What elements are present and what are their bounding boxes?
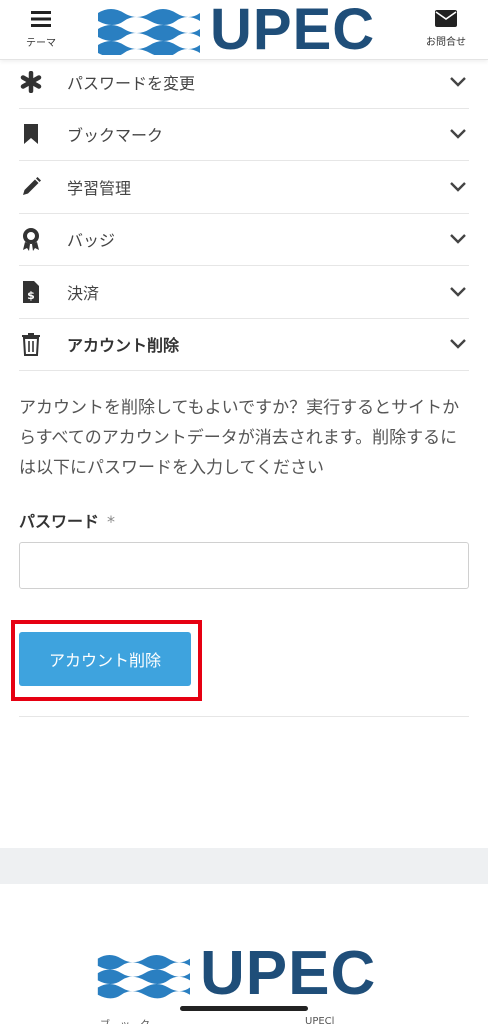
hamburger-menu-icon xyxy=(31,11,51,27)
chevron-down-icon xyxy=(450,129,466,139)
password-label: パスワード * xyxy=(19,508,115,532)
menu-item-learning[interactable]: 学習管理 xyxy=(19,161,469,214)
menu-item-label: 学習管理 xyxy=(67,178,132,198)
menu-item-label: 決済 xyxy=(67,283,100,303)
delete-account-button[interactable]: アカウント削除 xyxy=(19,632,191,686)
home-indicator xyxy=(180,1006,308,1011)
footer-link-fragment[interactable]: ブ ッ ク xyxy=(100,1016,150,1024)
contact-button[interactable]: お問合せ xyxy=(424,10,468,48)
required-mark: * xyxy=(107,512,116,531)
menu-item-badge[interactable]: バッジ xyxy=(19,214,469,266)
theme-menu-button[interactable]: テーマ xyxy=(19,10,63,49)
invoice-dollar-icon: $ xyxy=(19,280,43,304)
envelope-icon xyxy=(435,10,457,27)
contact-label: お問合せ xyxy=(426,37,466,48)
menu-item-label: パスワードを変更 xyxy=(67,73,196,93)
page: { "header": { "theme_label": "テーマ", "con… xyxy=(0,0,488,1024)
delete-account-description: アカウントを削除してもよいですか？実行するとサイトからすべてのアカウントデータが… xyxy=(19,398,460,478)
theme-label: テーマ xyxy=(26,38,56,49)
footer-separator-band xyxy=(0,848,488,884)
site-logo[interactable]: UPEC xyxy=(96,0,376,62)
chevron-down-icon xyxy=(450,234,466,244)
bookmark-icon xyxy=(19,122,43,146)
account-menu: パスワードを変更 ブックマーク 学習管理 バッジ $ 決済 アカウント削除 xyxy=(0,56,488,371)
footer-link-fragment[interactable]: UPECl xyxy=(305,1016,334,1024)
logo-text: UPEC xyxy=(210,0,376,62)
menu-item-delete-account[interactable]: アカウント削除 xyxy=(19,319,469,371)
wave-logo-icon xyxy=(98,9,200,55)
award-badge-icon xyxy=(19,227,43,252)
svg-text:$: $ xyxy=(27,289,35,302)
trash-icon xyxy=(19,332,43,357)
password-input[interactable] xyxy=(19,542,469,589)
chevron-down-icon xyxy=(450,76,466,87)
footer-logo-text: UPEC xyxy=(200,939,377,1008)
chevron-down-icon xyxy=(450,339,466,349)
section-divider xyxy=(19,716,469,717)
chevron-down-icon xyxy=(450,286,466,297)
pencil-icon xyxy=(19,175,43,199)
menu-item-label: バッジ xyxy=(67,231,116,251)
chevron-down-icon xyxy=(450,181,466,192)
menu-item-bookmark[interactable]: ブックマーク xyxy=(19,109,469,161)
menu-item-label: ブックマーク xyxy=(67,126,164,146)
asterisk-icon xyxy=(19,70,43,94)
menu-item-payment[interactable]: $ 決済 xyxy=(19,266,469,319)
menu-item-label: アカウント削除 xyxy=(67,336,180,356)
password-label-text: パスワード xyxy=(19,512,100,531)
menu-item-change-password[interactable]: パスワードを変更 xyxy=(19,56,469,109)
wave-logo-icon xyxy=(97,955,190,999)
app-header: テーマ UPEC お問合せ xyxy=(0,0,488,60)
footer-logo[interactable]: UPEC xyxy=(96,939,377,1008)
